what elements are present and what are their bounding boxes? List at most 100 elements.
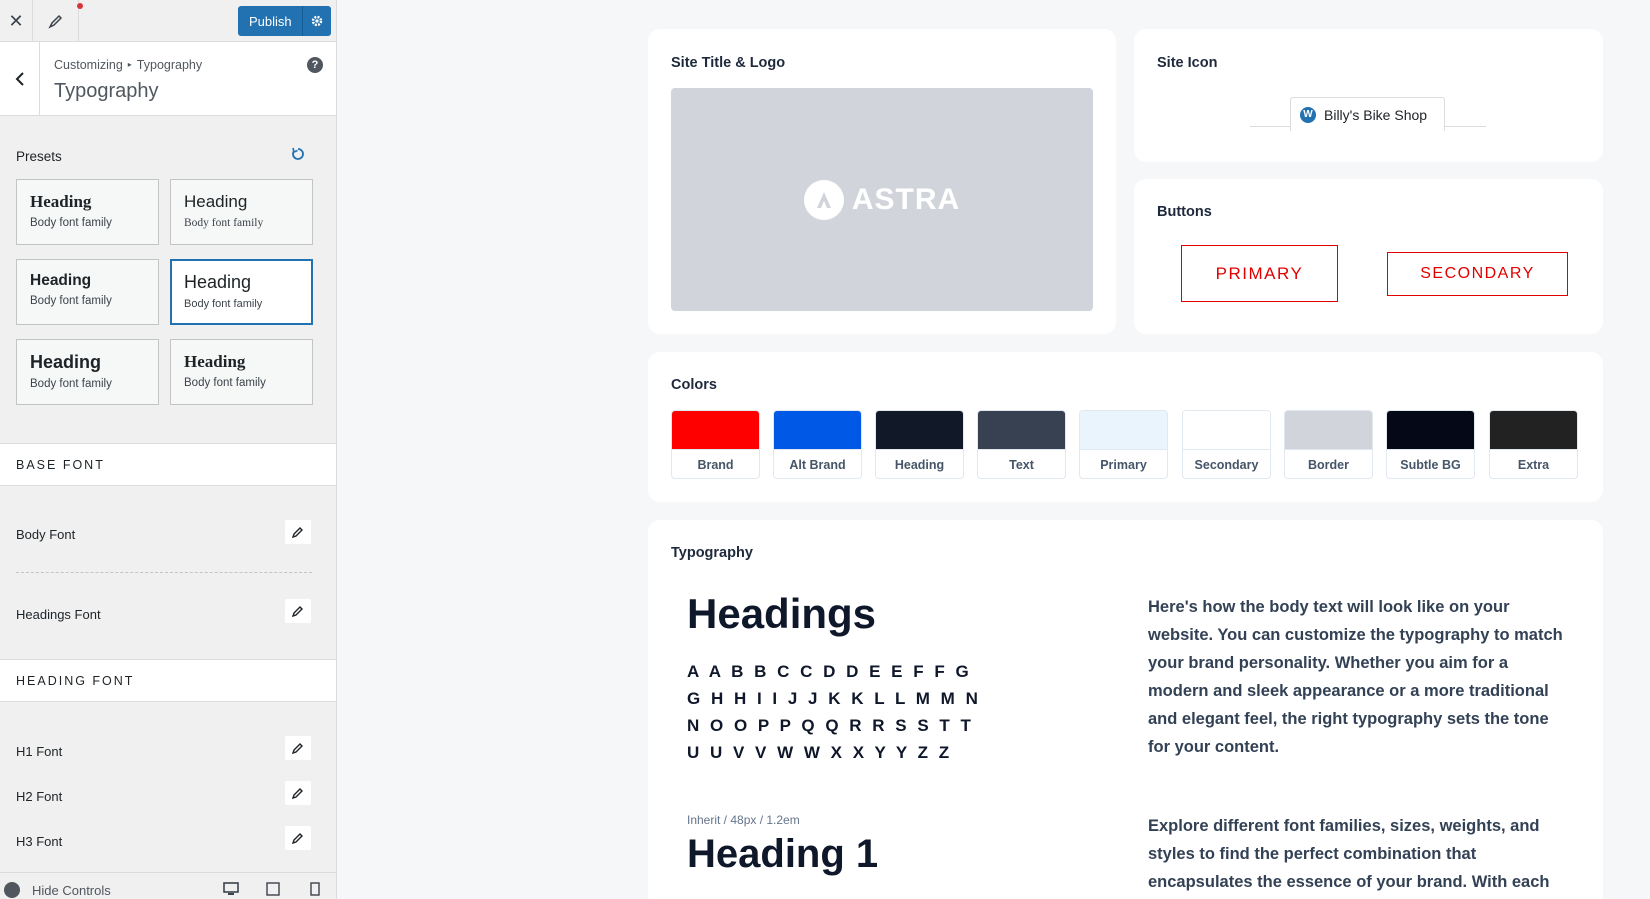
breadcrumb-leaf: Typography [136, 58, 203, 72]
customizer-footer: Hide Controls [0, 872, 336, 899]
edit-headings-font-icon[interactable] [285, 599, 311, 623]
preset-body: Body font family [30, 295, 112, 307]
notification-dot [77, 3, 83, 9]
site-icon-heading: Site Icon [1157, 55, 1218, 71]
color-swatch-heading[interactable]: Heading [875, 410, 964, 479]
swatch-chip [1387, 411, 1474, 450]
colors-heading: Colors [671, 377, 717, 393]
swatch-chip [1285, 411, 1372, 450]
reset-icon[interactable] [290, 146, 306, 162]
swatch-name: Text [1009, 458, 1034, 472]
color-swatch-primary[interactable]: Primary [1079, 410, 1168, 479]
body-text-paragraph-2: Explore different font families, sizes, … [1148, 817, 1550, 891]
preset-heading: Heading [184, 352, 246, 371]
preset-4[interactable]: Heading Body font family [170, 259, 313, 325]
help-icon[interactable]: ? [307, 57, 323, 73]
heading-font-section: HEADING FONT [0, 659, 336, 702]
swatch-chip [774, 411, 861, 450]
swatch-chip [978, 411, 1065, 450]
swatch-chip [1490, 411, 1577, 450]
swatch-name: Primary [1100, 458, 1147, 472]
color-swatch-subtle-bg[interactable]: Subtle BG [1386, 410, 1475, 479]
secondary-button-preview[interactable]: SECONDARY [1387, 252, 1568, 296]
divider [16, 572, 312, 573]
primary-button-preview[interactable]: PRIMARY [1181, 245, 1338, 302]
mobile-preview-icon[interactable] [307, 882, 323, 896]
breadcrumb: Customizing ▸ Typography [54, 58, 202, 72]
preset-body: Body font family [184, 217, 264, 229]
preset-6[interactable]: Heading Body font family [170, 339, 313, 405]
panel-header: Customizing ▸ Typography Typography ? [0, 42, 336, 116]
body-text-paragraph-1: Here's how the body text will look like … [1148, 598, 1563, 756]
site-logo[interactable]: ASTRA [671, 88, 1093, 311]
swatch-name: Alt Brand [789, 458, 846, 472]
body-font-label: Body Font [16, 527, 76, 542]
edit-brush-icon[interactable] [33, 0, 79, 42]
preset-heading: Heading [184, 272, 252, 292]
h2-font-label: H2 Font [16, 789, 63, 804]
desktop-preview-icon[interactable] [223, 882, 239, 896]
publish-button[interactable]: Publish [238, 6, 331, 36]
presets-label: Presets [16, 149, 62, 164]
tablet-preview-icon[interactable] [265, 882, 281, 896]
edit-h1-font-icon[interactable] [285, 736, 311, 760]
preset-heading: Heading [30, 272, 92, 289]
swatch-chip [672, 411, 759, 450]
headings-sample: Headings [687, 590, 877, 637]
base-font-section: BASE FONT [0, 443, 336, 486]
preset-5[interactable]: Heading Body font family [16, 339, 159, 405]
hide-controls-button[interactable]: Hide Controls [32, 883, 111, 898]
gear-icon[interactable] [302, 6, 331, 36]
astra-logo-icon [803, 179, 844, 220]
preset-heading: Heading [30, 352, 102, 372]
site-name: Billy's Bike Shop [1324, 106, 1428, 123]
swatch-name: Secondary [1194, 458, 1259, 472]
preset-body: Body font family [184, 377, 266, 389]
color-swatch-extra[interactable]: Extra [1489, 410, 1578, 479]
swatch-name: Subtle BG [1400, 458, 1461, 472]
color-swatch-border[interactable]: Border [1284, 410, 1373, 479]
close-icon[interactable]: ✕ [0, 0, 33, 42]
edit-h3-font-icon[interactable] [285, 826, 311, 850]
edit-body-font-icon[interactable] [285, 520, 311, 544]
preset-heading: Heading [30, 192, 92, 211]
site-icon-card [1134, 29, 1603, 162]
collapse-arrow-icon[interactable] [4, 882, 20, 898]
typography-heading: Typography [671, 545, 753, 561]
preset-body: Body font family [30, 378, 112, 390]
wordpress-icon: W [1300, 106, 1316, 123]
browser-tab-preview: W Billy's Bike Shop [1290, 97, 1445, 131]
swatch-name: Heading [894, 458, 945, 472]
alphabet-sample: A A B B C C D D E E F F G G H H I I J J … [687, 662, 981, 762]
swatch-name: Extra [1517, 458, 1550, 472]
site-title-logo-heading: Site Title & Logo [671, 55, 786, 71]
color-swatch-alt-brand[interactable]: Alt Brand [773, 410, 862, 479]
preset-body: Body font family [30, 217, 112, 229]
swatch-chip [1080, 411, 1167, 450]
color-swatch-text[interactable]: Text [977, 410, 1066, 479]
panel-title: Typography [54, 80, 159, 102]
headings-font-label: Headings Font [16, 607, 101, 622]
h3-font-label: H3 Font [16, 834, 63, 849]
swatch-name: Brand [697, 458, 734, 472]
preset-3[interactable]: Heading Body font family [16, 259, 159, 325]
back-chevron-icon[interactable] [0, 42, 40, 116]
breadcrumb-separator: ▸ [127, 60, 132, 69]
logo-text: ASTRA [851, 182, 961, 216]
color-swatch-secondary[interactable]: Secondary [1182, 410, 1271, 479]
swatch-chip [1183, 411, 1270, 450]
publish-label: Publish [249, 13, 292, 29]
color-swatch-brand[interactable]: Brand [671, 410, 760, 479]
buttons-heading: Buttons [1157, 204, 1212, 220]
preset-body: Body font family [184, 298, 263, 310]
edit-h2-font-icon[interactable] [285, 781, 311, 805]
preset-2[interactable]: Heading Body font family [170, 179, 313, 245]
breadcrumb-root: Customizing [54, 58, 123, 72]
h1-font-label: H1 Font [16, 744, 63, 759]
preset-1[interactable]: Heading Body font family [16, 179, 159, 245]
h1-spec: Inherit / 48px / 1.2em [687, 813, 800, 827]
swatch-name: Border [1308, 458, 1349, 472]
swatch-chip [876, 411, 963, 450]
preset-heading: Heading [184, 192, 248, 211]
customizer-topbar: ✕ Publish [0, 0, 336, 42]
